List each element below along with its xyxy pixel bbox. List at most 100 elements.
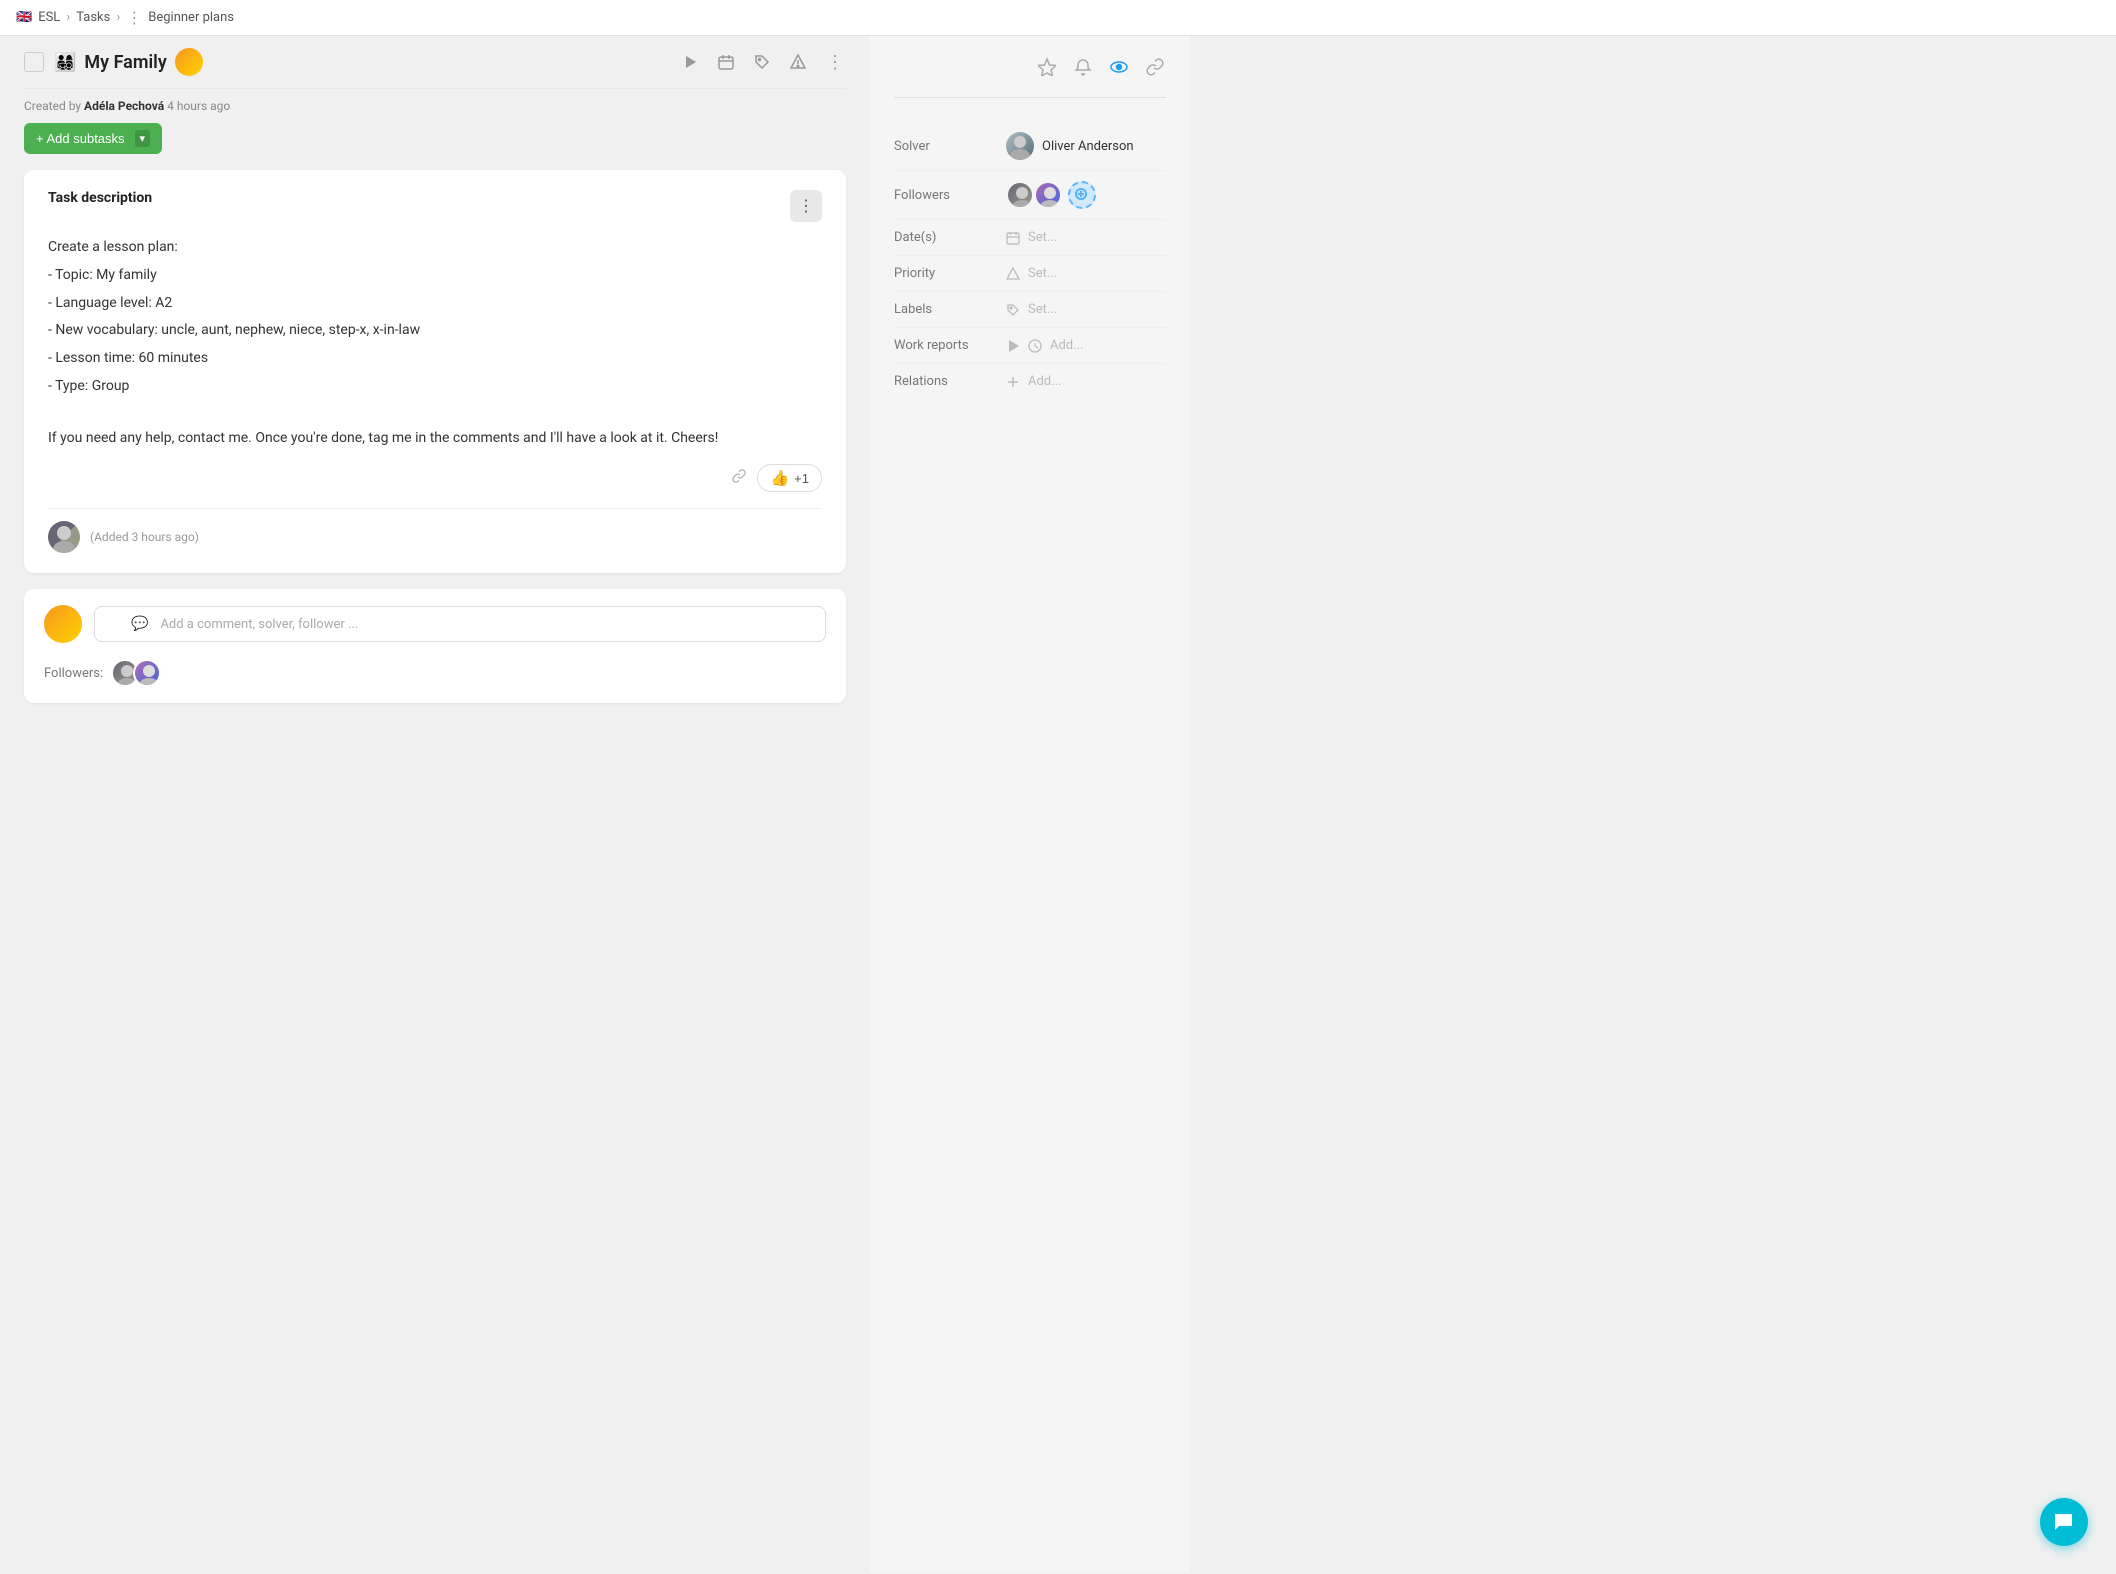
- breadcrumb-flag: 🇬🇧: [16, 10, 32, 25]
- breadcrumb-sep-2: ›: [116, 10, 120, 25]
- sidebar-follower-2: [1034, 181, 1062, 209]
- desc-line-3: - Language level: A2: [48, 292, 822, 316]
- priority-row: Priority Set...: [894, 256, 1166, 292]
- attribution-avatar: [48, 521, 80, 553]
- play-button[interactable]: [680, 52, 700, 72]
- followers-sidebar-label: Followers: [894, 188, 994, 203]
- add-subtasks-arrow: ▾: [135, 130, 151, 147]
- desc-line-4: - New vocabulary: uncle, aunt, nephew, n…: [48, 319, 822, 343]
- breadcrumb-tasks[interactable]: Tasks: [76, 10, 110, 25]
- comment-user-avatar: [44, 605, 82, 643]
- comment-input-row: 💬 Add a comment, solver, follower ...: [44, 605, 826, 643]
- sidebar-follower-1: [1006, 181, 1034, 209]
- desc-line-6: - Type: Group: [48, 375, 822, 399]
- priority-icon: [1006, 267, 1020, 281]
- add-subtasks-button[interactable]: + Add subtasks ▾: [24, 123, 162, 154]
- breadcrumb: 🇬🇧 ESL › Tasks › ⋮ Beginner plans: [0, 0, 2116, 36]
- solver-avatar: [1006, 132, 1034, 160]
- like-button[interactable]: 👍 +1: [757, 464, 822, 492]
- desc-line-7: If you need any help, contact me. Once y…: [48, 427, 822, 451]
- solver-value: Oliver Anderson: [1006, 132, 1166, 160]
- task-header-actions: ⋮: [680, 50, 846, 75]
- dates-set-text: Set...: [1028, 230, 1057, 245]
- work-reports-row: Work reports Add...: [894, 328, 1166, 364]
- breadcrumb-item: Beginner plans: [148, 10, 234, 25]
- task-meta: Created by Adéla Pechová 4 hours ago: [24, 89, 846, 123]
- relations-value[interactable]: Add...: [1006, 374, 1166, 389]
- priority-set-text: Set...: [1028, 266, 1057, 281]
- chat-icon: [2052, 1510, 2076, 1534]
- solver-row: Solver Oliver Anderson: [894, 122, 1166, 171]
- desc-line-2: - Topic: My family: [48, 264, 822, 288]
- labels-row: Labels Set...: [894, 292, 1166, 328]
- task-header: 👨‍👩‍👧‍👦 My Family: [24, 36, 846, 89]
- priority-label: Priority: [894, 266, 994, 281]
- task-title-row: 👨‍👩‍👧‍👦 My Family: [54, 48, 670, 76]
- more-button[interactable]: ⋮: [824, 50, 846, 75]
- dates-row: Date(s) Set...: [894, 220, 1166, 256]
- breadcrumb-dots[interactable]: ⋮: [126, 8, 142, 27]
- meta-author: Adéla Pechová: [84, 99, 164, 113]
- star-button[interactable]: [1036, 56, 1058, 83]
- labels-value[interactable]: Set...: [1006, 302, 1166, 317]
- added-time: (Added 3 hours ago): [90, 530, 199, 544]
- chat-fab-button[interactable]: [2040, 1498, 2088, 1546]
- attribution-avatar-img: [48, 521, 80, 553]
- followers-sidebar-row: Followers: [894, 171, 1166, 220]
- card-menu-button[interactable]: ⋮: [790, 190, 822, 222]
- meta-created-by: Created by: [24, 99, 84, 113]
- sidebar-followers: [1006, 181, 1096, 209]
- follower-avatars: [111, 659, 161, 687]
- task-description-card: Task description ⋮ Create a lesson plan:…: [24, 170, 846, 573]
- work-reports-value[interactable]: Add...: [1006, 338, 1166, 353]
- comment-input[interactable]: 💬 Add a comment, solver, follower ...: [94, 606, 826, 642]
- task-description-body: Create a lesson plan: - Topic: My family…: [48, 236, 822, 450]
- dates-label: Date(s): [894, 230, 994, 245]
- comment-placeholder: Add a comment, solver, follower ...: [160, 617, 358, 632]
- thumb-icon: 👍: [770, 469, 789, 487]
- meta-time: 4 hours ago: [167, 99, 230, 113]
- relations-label: Relations: [894, 374, 994, 389]
- sidebar-toolbar: [894, 56, 1166, 98]
- clock-icon: [1028, 339, 1042, 353]
- plus-icon: [1006, 375, 1020, 389]
- task-emoji: 👨‍👩‍👧‍👦: [54, 52, 76, 73]
- followers-sidebar-value: [1006, 181, 1166, 209]
- followers-label: Followers:: [44, 666, 103, 681]
- comment-section: 💬 Add a comment, solver, follower ... Fo…: [24, 589, 846, 703]
- sidebar: Solver Oliver Anderson Followers: [870, 36, 1190, 1573]
- calendar-icon: [1006, 231, 1020, 245]
- followers-row: Followers:: [44, 655, 826, 687]
- breadcrumb-sep-1: ›: [66, 10, 70, 25]
- link-button[interactable]: [1144, 56, 1166, 83]
- labels-label: Labels: [894, 302, 994, 317]
- label-icon: [1006, 303, 1020, 317]
- work-reports-label: Work reports: [894, 338, 994, 353]
- copy-link-icon[interactable]: [731, 468, 747, 488]
- task-complete-checkbox[interactable]: [24, 52, 44, 72]
- breadcrumb-project[interactable]: ESL: [38, 10, 60, 25]
- calendar-button[interactable]: [716, 52, 736, 72]
- relations-add-text: Add...: [1028, 374, 1061, 389]
- relations-row: Relations Add...: [894, 364, 1166, 399]
- dates-value[interactable]: Set...: [1006, 230, 1166, 245]
- tag-button[interactable]: [752, 52, 772, 72]
- add-subtasks-label: + Add subtasks: [36, 131, 125, 146]
- notification-button[interactable]: [1072, 56, 1094, 83]
- comment-input-icon: 💬: [131, 616, 148, 632]
- priority-value[interactable]: Set...: [1006, 266, 1166, 281]
- desc-actions: 👍 +1: [48, 464, 822, 492]
- desc-line-5: - Lesson time: 60 minutes: [48, 347, 822, 371]
- alert-button[interactable]: [788, 52, 808, 72]
- eye-button[interactable]: [1108, 56, 1130, 83]
- comment-attribution: (Added 3 hours ago): [48, 508, 822, 553]
- add-follower-button[interactable]: [1068, 181, 1096, 209]
- task-title: My Family: [84, 52, 166, 73]
- follower-avatar-2: [133, 659, 161, 687]
- like-count: +1: [794, 471, 809, 486]
- work-reports-add-text: Add...: [1050, 338, 1083, 353]
- desc-line-1: Create a lesson plan:: [48, 236, 822, 260]
- solver-name: Oliver Anderson: [1042, 139, 1134, 154]
- task-description-title: Task description: [48, 190, 152, 206]
- solver-label: Solver: [894, 139, 994, 154]
